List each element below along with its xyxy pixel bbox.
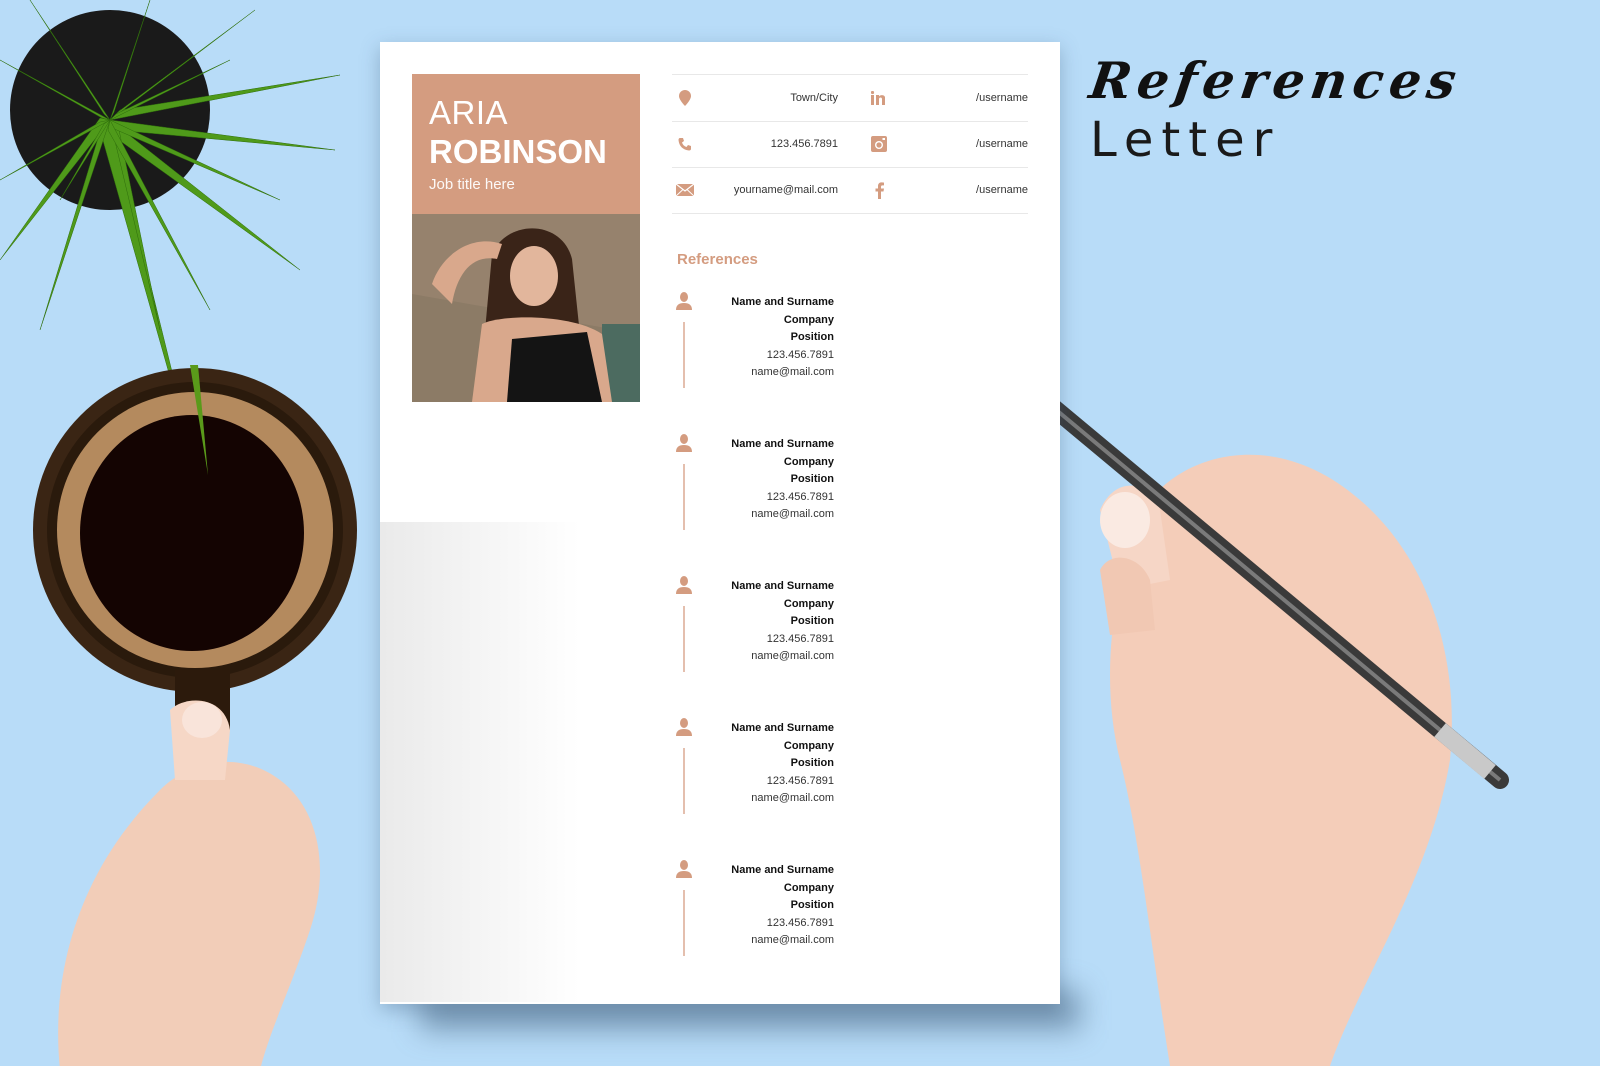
contact-row: yourname@mail.com /username — [672, 167, 1028, 214]
facebook-icon[interactable] — [850, 182, 908, 199]
promo-subtitle: Letter — [1090, 112, 1281, 168]
promo-script-title: References — [1085, 51, 1466, 110]
reference-item: Name and Surname Company Position 123.45… — [674, 574, 874, 716]
references-heading: References — [677, 251, 758, 268]
reference-phone: 123.456.7891 — [766, 348, 834, 361]
email-text: yourname@mail.com — [733, 184, 838, 197]
timeline-line — [683, 748, 685, 814]
hand-holding-cup-image — [58, 670, 320, 1066]
resume-page: ARIA ROBINSON Job title here Town/City /… — [380, 42, 1060, 1004]
reference-position: Position — [790, 331, 834, 344]
reference-position: Position — [790, 757, 834, 770]
reference-email: name@mail.com — [751, 792, 834, 805]
location-pin-icon — [672, 89, 698, 106]
person-icon — [676, 860, 692, 883]
reference-company: Company — [783, 881, 834, 894]
reference-name: Name and Surname — [731, 438, 834, 450]
person-icon — [676, 718, 692, 741]
reference-phone: 123.456.7891 — [766, 490, 834, 503]
timeline-line — [683, 464, 685, 530]
reference-name: Name and Surname — [731, 296, 834, 308]
contact-row: 123.456.7891 /username — [672, 120, 1028, 168]
person-icon — [676, 576, 692, 599]
reference-item: Name and Surname Company Position 123.45… — [674, 858, 874, 1000]
reference-company: Company — [783, 739, 834, 752]
facebook-username[interactable]: /username — [908, 184, 1028, 196]
hand-holding-pencil-image — [1030, 380, 1509, 1066]
references-list: Name and Surname Company Position 123.45… — [674, 290, 874, 1000]
phone-icon — [672, 137, 698, 151]
first-name: ARIA — [429, 94, 509, 131]
reference-phone: 123.456.7891 — [766, 774, 834, 787]
coffee-cup-image — [33, 365, 357, 692]
reference-company: Company — [783, 313, 834, 326]
reference-company: Company — [783, 597, 834, 610]
instagram-username[interactable]: /username — [908, 138, 1028, 150]
linkedin-username[interactable]: /username — [908, 92, 1028, 104]
contact-table: Town/City /username 123.456.7891 /userna… — [672, 74, 1028, 214]
reference-email: name@mail.com — [751, 366, 834, 379]
person-icon — [676, 292, 692, 315]
reference-name: Name and Surname — [731, 864, 834, 876]
linkedin-icon[interactable] — [850, 90, 908, 105]
name-header-box: ARIA ROBINSON Job title here — [412, 74, 640, 214]
reference-position: Position — [790, 615, 834, 628]
location-text: Town/City — [790, 91, 838, 104]
reference-item: Name and Surname Company Position 123.45… — [674, 716, 874, 858]
reference-position: Position — [790, 473, 834, 486]
reference-phone: 123.456.7891 — [766, 632, 834, 645]
reference-company: Company — [783, 455, 834, 468]
reference-email: name@mail.com — [751, 934, 834, 947]
envelope-icon — [672, 184, 698, 197]
reference-email: name@mail.com — [751, 650, 834, 663]
promo-title: References Letter — [1086, 50, 1466, 168]
last-name: ROBINSON — [429, 133, 607, 170]
person-icon — [676, 434, 692, 457]
instagram-icon[interactable] — [850, 136, 908, 153]
reference-email: name@mail.com — [751, 508, 834, 521]
reference-item: Name and Surname Company Position 123.45… — [674, 290, 874, 432]
reference-name: Name and Surname — [731, 722, 834, 734]
reference-position: Position — [790, 899, 834, 912]
reference-item: Name and Surname Company Position 123.45… — [674, 432, 874, 574]
profile-photo — [412, 214, 640, 402]
timeline-line — [683, 606, 685, 672]
job-title: Job title here — [429, 176, 515, 193]
reference-phone: 123.456.7891 — [766, 916, 834, 929]
reference-name: Name and Surname — [731, 580, 834, 592]
timeline-line — [683, 322, 685, 388]
phone-text: 123.456.7891 — [770, 138, 838, 151]
contact-row: Town/City /username — [672, 74, 1028, 121]
timeline-line — [683, 890, 685, 956]
